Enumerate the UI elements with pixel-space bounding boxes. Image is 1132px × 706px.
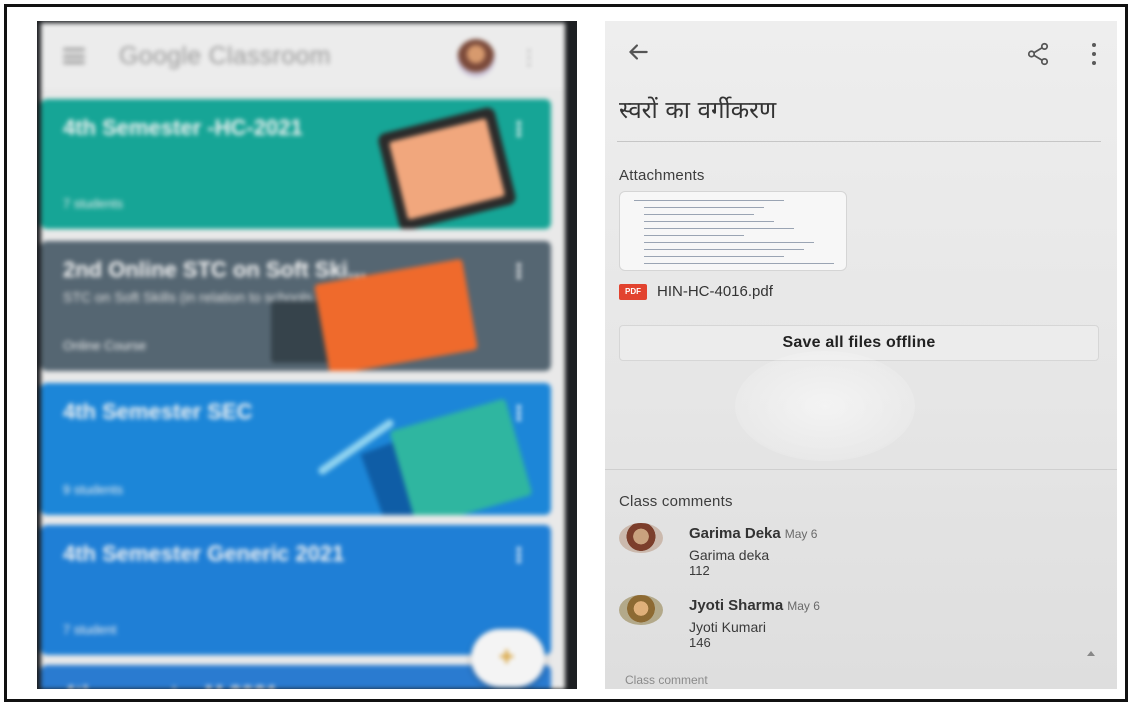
course-title: 4th Semester Generic 2021 xyxy=(63,541,345,566)
tablet-illustration xyxy=(376,105,518,229)
pdf-icon: PDF xyxy=(619,283,647,300)
assignment-detail-screen: स्वरों का वर्गीकरण Attachments PDF HIN-H… xyxy=(605,21,1117,689)
screenshot-frame: Google Classroom ⋮ 4th Semester -HC-2021… xyxy=(4,4,1128,702)
course-title: 4th Semester -HC-2021 xyxy=(63,115,303,140)
comment-author-line: Garima Deka May 6 xyxy=(689,525,817,542)
app-title: Google Classroom xyxy=(119,41,331,70)
course-card[interactable]: 4th Semester -HC-2021 7 students ⋮ xyxy=(41,99,551,229)
course-student-count: 7 students xyxy=(63,196,123,211)
course-title: 4th Semester SEC xyxy=(63,399,253,424)
comment-author-line: Jyoti Sharma May 6 xyxy=(689,597,820,614)
screen-glare xyxy=(735,351,915,461)
course-card[interactable]: 4th Semester Generic 2021 7 student ⋮ xyxy=(41,525,551,655)
comment-text: Jyoti Kumari xyxy=(689,619,767,635)
app-bar: Google Classroom ⋮ xyxy=(41,23,565,89)
comment-number: 146 xyxy=(689,635,711,650)
avatar xyxy=(619,523,663,553)
more-vert-icon[interactable] xyxy=(1089,43,1099,65)
expand-up-icon[interactable] xyxy=(1087,651,1095,656)
course-card[interactable]: 2nd Online STC on Soft Ski... STC on Sof… xyxy=(41,241,551,371)
course-menu-icon[interactable]: ⋮ xyxy=(509,543,529,568)
comment-date: May 6 xyxy=(784,527,818,541)
course-title: 2nd Online STC on Soft Ski... xyxy=(63,257,367,282)
back-arrow-icon[interactable] xyxy=(625,39,651,65)
course-student-count: 9 students xyxy=(63,482,123,497)
course-card[interactable]: 4th Semester SEC 9 students ⋮ xyxy=(41,383,551,515)
attachments-heading: Attachments xyxy=(619,167,705,184)
class-comments-heading: Class comments xyxy=(619,493,733,510)
menu-icon[interactable] xyxy=(63,48,85,64)
classroom-list-screen: Google Classroom ⋮ 4th Semester -HC-2021… xyxy=(37,21,577,689)
classroom-list-blurred: Google Classroom ⋮ 4th Semester -HC-2021… xyxy=(41,23,565,689)
comment-number: 112 xyxy=(689,563,710,578)
divider xyxy=(605,469,1117,470)
course-student-count: 7 student xyxy=(63,622,117,637)
course-menu-icon[interactable]: ⋮ xyxy=(509,117,529,142)
account-avatar[interactable] xyxy=(457,39,495,77)
course-menu-icon[interactable]: ⋮ xyxy=(509,259,529,284)
course-title: 4th semester M 2021 xyxy=(63,681,278,689)
comment-date: May 6 xyxy=(787,599,820,613)
class-comment-input[interactable]: Class comment xyxy=(625,673,708,687)
comment-author: Jyoti Sharma xyxy=(689,597,784,614)
share-icon[interactable] xyxy=(1025,41,1051,67)
assignment-title: स्वरों का वर्गीकरण xyxy=(619,96,777,124)
more-vert-icon[interactable]: ⋮ xyxy=(519,45,539,70)
attachment-filename: HIN-HC-4016.pdf xyxy=(657,283,773,300)
avatar xyxy=(619,595,663,625)
comment-text: Garima deka xyxy=(689,547,770,563)
comment-author: Garima Deka xyxy=(689,525,781,542)
attachment-file[interactable]: PDF HIN-HC-4016.pdf xyxy=(619,283,773,300)
divider xyxy=(617,141,1101,142)
course-student-count: Online Course xyxy=(63,338,147,353)
toolbar xyxy=(605,21,1117,85)
add-class-fab[interactable] xyxy=(471,629,545,687)
attachment-preview[interactable] xyxy=(619,191,847,271)
